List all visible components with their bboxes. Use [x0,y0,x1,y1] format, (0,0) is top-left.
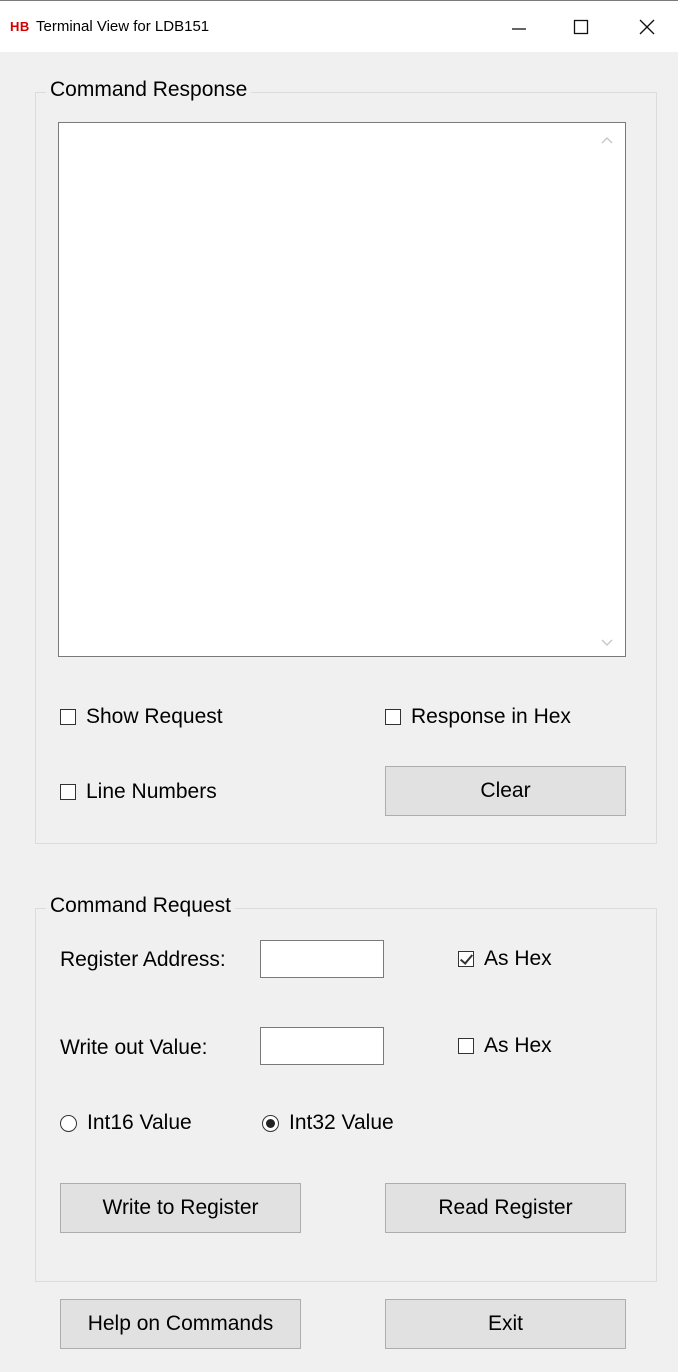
checkbox-box [60,709,76,725]
write-value-label: Write out Value: [60,1036,208,1059]
app-logo-icon: HB [10,19,30,34]
write-as-hex-checkbox[interactable]: As Hex [458,1034,552,1058]
minimize-icon [512,28,526,30]
maximize-button[interactable] [550,1,612,53]
command-request-title: Command Request [46,894,235,918]
help-on-commands-button[interactable]: Help on Commands [60,1299,301,1349]
show-request-label: Show Request [86,705,223,728]
maximize-icon [573,19,589,35]
response-in-hex-label: Response in Hex [411,705,571,728]
read-register-button[interactable]: Read Register [385,1183,626,1233]
response-in-hex-checkbox[interactable]: Response in Hex [385,705,571,729]
show-request-checkbox[interactable]: Show Request [60,705,223,729]
int16-radio[interactable]: Int16 Value [60,1111,192,1135]
clear-button[interactable]: Clear [385,766,626,816]
int16-label: Int16 Value [87,1111,192,1134]
response-textarea[interactable] [58,122,626,657]
checkbox-box [60,784,76,800]
radio-unselected-icon [60,1114,77,1132]
register-address-input[interactable] [260,940,384,978]
register-as-hex-checkbox[interactable]: As Hex [458,947,552,971]
line-numbers-checkbox[interactable]: Line Numbers [60,780,217,804]
close-icon [639,19,655,35]
checkbox-checked-icon [458,951,474,967]
register-as-hex-label: As Hex [484,947,552,970]
exit-button[interactable]: Exit [385,1299,626,1349]
scroll-down-icon[interactable] [601,634,613,650]
title-bar: HB Terminal View for LDB151 [0,0,678,52]
register-address-label: Register Address: [60,948,226,971]
int32-label: Int32 Value [289,1111,394,1134]
write-value-input[interactable] [260,1027,384,1065]
int32-radio[interactable]: Int32 Value [262,1111,394,1135]
scroll-up-icon[interactable] [601,131,613,147]
checkbox-box [385,709,401,725]
write-to-register-button[interactable]: Write to Register [60,1183,301,1233]
command-response-title: Command Response [46,78,252,102]
write-as-hex-label: As Hex [484,1034,552,1057]
close-button[interactable] [616,1,678,53]
window-title: Terminal View for LDB151 [36,18,210,35]
radio-selected-icon [262,1114,279,1132]
checkbox-box [458,1038,474,1054]
minimize-button[interactable] [488,1,550,53]
line-numbers-label: Line Numbers [86,780,217,803]
